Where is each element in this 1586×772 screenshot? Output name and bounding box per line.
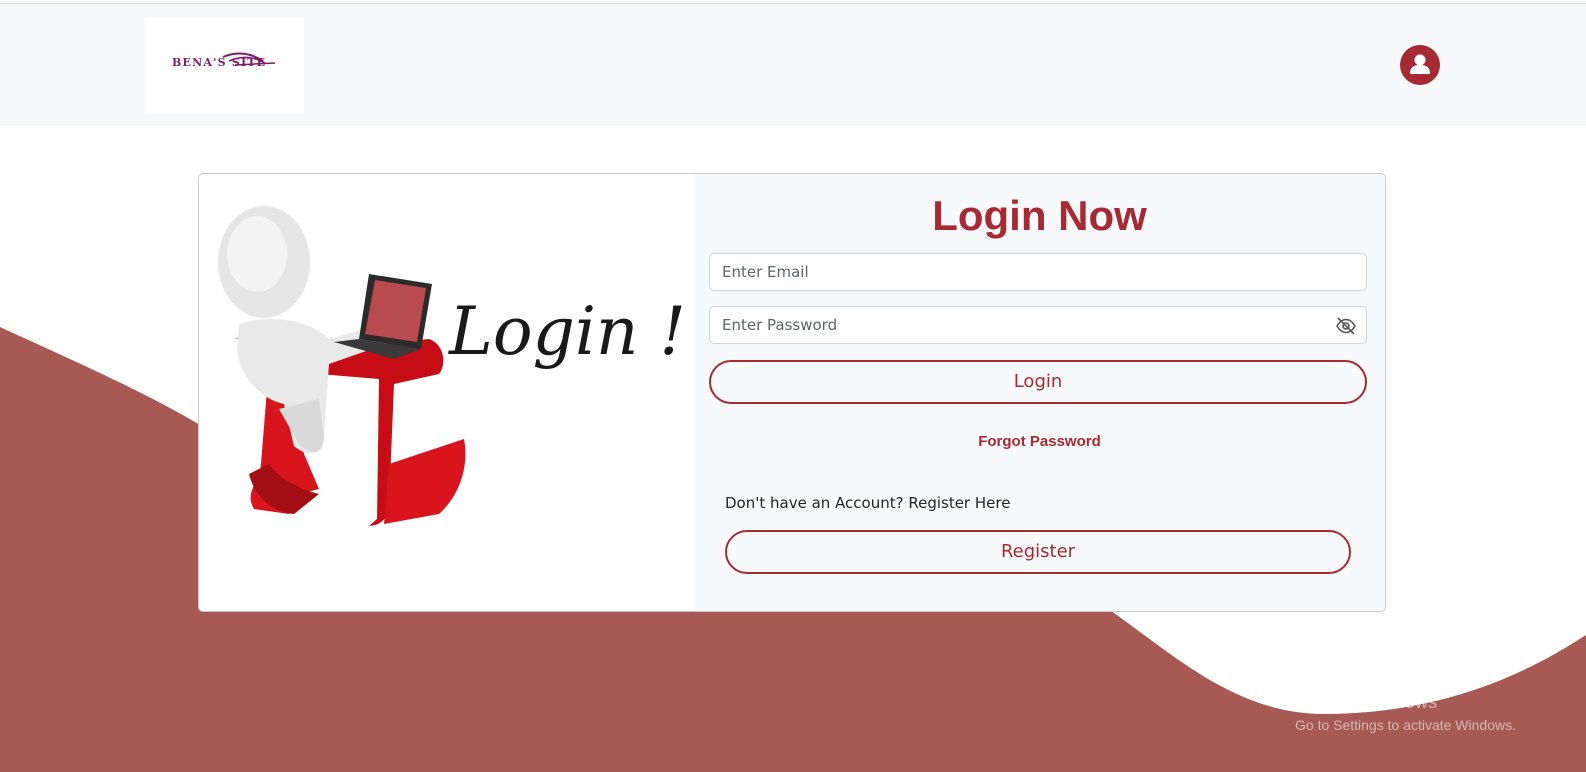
register-button[interactable]: Register <box>725 530 1351 574</box>
password-input[interactable] <box>710 307 1366 343</box>
person-at-laptop-illustration: Login ! <box>218 206 686 526</box>
logo-text: BENA'S SITE <box>172 56 267 69</box>
user-icon <box>1410 54 1430 74</box>
activate-windows-watermark: Activate Windows Go to Settings to activ… <box>1295 692 1516 733</box>
email-field[interactable] <box>709 253 1367 291</box>
login-form: Login Now Login Forgot Password Don't ha… <box>694 174 1385 611</box>
login-illustration: Login ! <box>199 174 694 611</box>
password-field[interactable] <box>709 306 1367 344</box>
form-title: Login Now <box>932 192 1147 239</box>
watermark-subtitle: Go to Settings to activate Windows. <box>1295 717 1516 733</box>
email-input[interactable] <box>710 254 1366 290</box>
login-button[interactable]: Login <box>709 360 1367 404</box>
illustration-caption: Login ! <box>448 293 686 370</box>
site-logo[interactable]: BENA'S SITE <box>145 17 304 113</box>
watermark-title: Activate Windows <box>1295 692 1438 712</box>
eye-slash-icon[interactable] <box>1335 316 1357 336</box>
forgot-password-link[interactable]: Forgot Password <box>694 433 1385 450</box>
user-profile-button[interactable] <box>1400 45 1440 85</box>
register-prompt: Don't have an Account? Register Here <box>725 494 1011 512</box>
top-navbar: BENA'S SITE <box>0 3 1586 126</box>
login-card: Login ! Login Now Login Forgot Password … <box>198 173 1386 612</box>
